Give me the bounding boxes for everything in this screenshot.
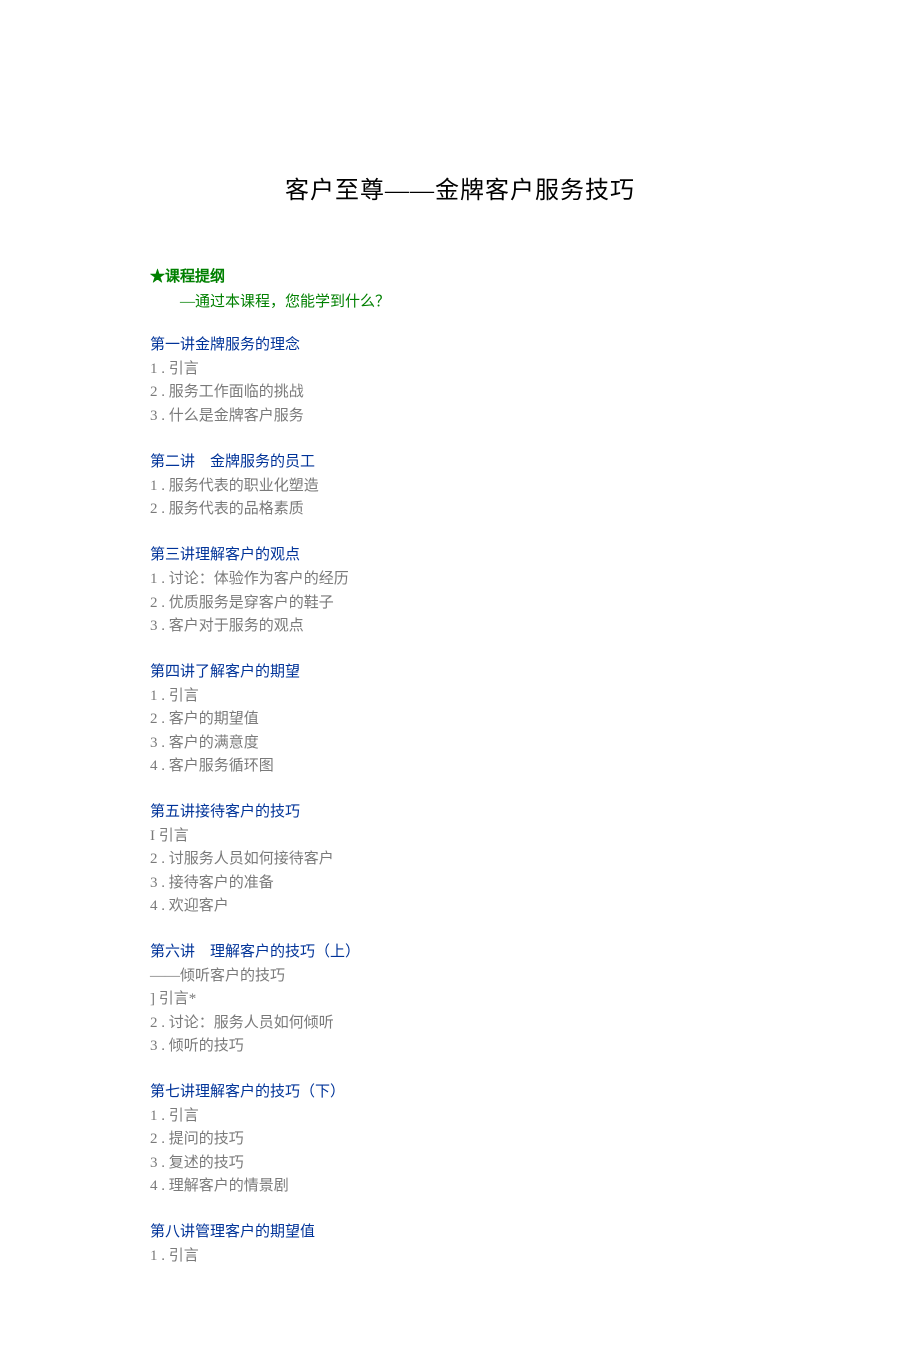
list-item: 3 . 复述的技巧 [150, 1152, 770, 1175]
list-item: 2 . 优质服务是穿客户的鞋子 [150, 592, 770, 615]
section-title: 第四讲了解客户的期望 [150, 660, 770, 681]
list-item: 3 . 什么是金牌客户服务 [150, 405, 770, 428]
section-1: 第一讲金牌服务的理念 1 . 引言 2 . 服务工作面临的挑战 3 . 什么是金… [150, 333, 770, 428]
list-item: 1 . 服务代表的职业化塑造 [150, 475, 770, 498]
section-title: 第七讲理解客户的技巧（下） [150, 1080, 770, 1101]
list-item: 2 . 服务代表的品格素质 [150, 498, 770, 521]
list-item: 2 . 服务工作面临的挑战 [150, 381, 770, 404]
list-item: 1 . 引言 [150, 1105, 770, 1128]
list-item: 3 . 客户的满意度 [150, 732, 770, 755]
outline-heading: ★课程提纲 [150, 265, 770, 286]
document-page: 客户至尊——金牌客户服务技巧 ★课程提纲 ―通过本课程，您能学到什么？ 第一讲金… [0, 0, 920, 1350]
section-subtitle: ——倾听客户的技巧 [150, 965, 770, 988]
star-icon: ★ [150, 269, 165, 285]
section-2: 第二讲 金牌服务的员工 1 . 服务代表的职业化塑造 2 . 服务代表的品格素质 [150, 450, 770, 522]
section-8: 第八讲管理客户的期望值 1 . 引言 [150, 1220, 770, 1268]
section-title: 第六讲 理解客户的技巧（上） [150, 940, 770, 961]
document-title: 客户至尊——金牌客户服务技巧 [150, 170, 770, 205]
list-item: 2 . 客户的期望值 [150, 708, 770, 731]
list-item: I 引言 [150, 825, 770, 848]
outline-subheading: ―通过本课程，您能学到什么？ [180, 290, 770, 311]
list-item: 4 . 理解客户的情景剧 [150, 1175, 770, 1198]
section-3: 第三讲理解客户的观点 1 . 讨论：体验作为客户的经历 2 . 优质服务是穿客户… [150, 543, 770, 638]
section-title: 第一讲金牌服务的理念 [150, 333, 770, 354]
section-title: 第二讲 金牌服务的员工 [150, 450, 770, 471]
section-5: 第五讲接待客户的技巧 I 引言 2 . 讨服务人员如何接待客户 3 . 接待客户… [150, 800, 770, 918]
outline-heading-text: 课程提纲 [165, 269, 225, 285]
list-item: 4 . 客户服务循环图 [150, 755, 770, 778]
list-item: 3 . 客户对于服务的观点 [150, 615, 770, 638]
list-item: 2 . 提问的技巧 [150, 1128, 770, 1151]
section-title: 第三讲理解客户的观点 [150, 543, 770, 564]
list-item: 4 . 欢迎客户 [150, 895, 770, 918]
list-item: 1 . 引言 [150, 1245, 770, 1268]
section-7: 第七讲理解客户的技巧（下） 1 . 引言 2 . 提问的技巧 3 . 复述的技巧… [150, 1080, 770, 1198]
list-item: 1 . 引言 [150, 358, 770, 381]
list-item: 1 . 引言 [150, 685, 770, 708]
section-4: 第四讲了解客户的期望 1 . 引言 2 . 客户的期望值 3 . 客户的满意度 … [150, 660, 770, 778]
section-6: 第六讲 理解客户的技巧（上） ——倾听客户的技巧 ] 引言* 2 . 讨论：服务… [150, 940, 770, 1058]
list-item: 3 . 倾听的技巧 [150, 1035, 770, 1058]
list-item: 2 . 讨服务人员如何接待客户 [150, 848, 770, 871]
section-title: 第八讲管理客户的期望值 [150, 1220, 770, 1241]
section-title: 第五讲接待客户的技巧 [150, 800, 770, 821]
list-item: 3 . 接待客户的准备 [150, 872, 770, 895]
list-item: ] 引言* [150, 988, 770, 1011]
list-item: 1 . 讨论：体验作为客户的经历 [150, 568, 770, 591]
list-item: 2 . 讨论：服务人员如何倾听 [150, 1012, 770, 1035]
